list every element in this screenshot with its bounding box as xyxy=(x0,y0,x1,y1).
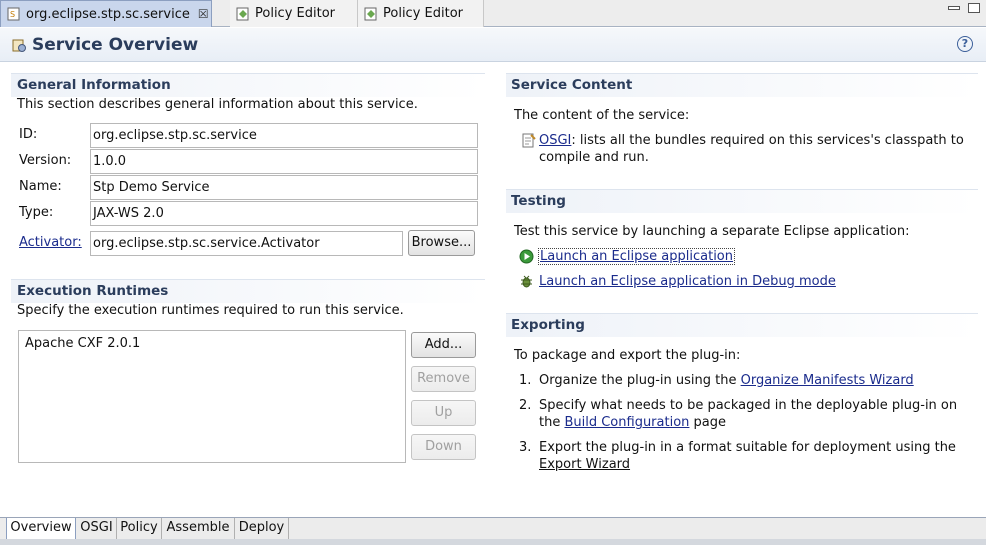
id-field[interactable]: org.eclipse.stp.sc.service xyxy=(90,123,478,148)
osgi-text: : lists all the bundles required on this… xyxy=(571,133,964,148)
runtimes-section-title: Execution Runtimes xyxy=(17,283,169,299)
manifest-icon xyxy=(522,133,536,148)
tab-service-label: org.eclipse.stp.sc.service xyxy=(26,6,190,22)
tab-policy-editor-label: Policy Editor xyxy=(255,6,335,21)
step-2-number: 2. xyxy=(519,398,532,413)
step-1: Organize the plug-in using the Organize … xyxy=(539,373,914,388)
runtimes-description: Specify the execution runtimes required … xyxy=(17,303,404,318)
content-section-title: Service Content xyxy=(511,77,633,93)
add-runtime-button[interactable]: Add... xyxy=(411,332,476,358)
window-controls xyxy=(948,3,980,13)
tab-policy-editor-2[interactable]: Policy Editor xyxy=(358,0,484,27)
step-2-prefix: the xyxy=(539,415,565,430)
osgi-text-continued: compile and run. xyxy=(539,150,649,165)
osgi-link[interactable]: OSGI xyxy=(539,133,571,148)
build-configuration-link[interactable]: Build Configuration xyxy=(564,415,689,430)
move-down-button[interactable]: Down xyxy=(411,434,476,460)
name-field[interactable]: Stp Demo Service xyxy=(90,175,478,200)
remove-runtime-button[interactable]: Remove xyxy=(411,366,476,392)
export-wizard-link[interactable]: Export Wizard xyxy=(539,457,630,472)
launch-application-link[interactable]: Launch an Eclipse application xyxy=(538,248,735,265)
step-2-continued: the Build Configuration page xyxy=(539,415,726,430)
move-up-button[interactable]: Up xyxy=(411,400,476,426)
activator-field[interactable]: org.eclipse.stp.sc.service.Activator xyxy=(90,231,403,256)
testing-section-title: Testing xyxy=(511,193,566,209)
exporting-description: To package and export the plug-in: xyxy=(514,348,741,363)
exporting-section-title: Exporting xyxy=(511,317,585,333)
version-label: Version: xyxy=(19,153,72,168)
policy-icon xyxy=(236,7,249,20)
content-description: The content of the service: xyxy=(514,108,690,123)
help-icon[interactable]: ? xyxy=(957,36,973,52)
type-label: Type: xyxy=(19,205,54,220)
tab-osgi[interactable]: OSGI xyxy=(77,518,117,539)
tab-deploy[interactable]: Deploy xyxy=(235,518,289,539)
step-3-text: Export the plug-in in a format suitable … xyxy=(539,440,956,455)
name-label: Name: xyxy=(19,179,62,194)
step-2-suffix: page xyxy=(689,415,727,430)
activator-link[interactable]: Activator: xyxy=(19,235,82,250)
browse-button[interactable]: Browse... xyxy=(408,230,475,256)
tab-policy-editor-label: Policy Editor xyxy=(383,6,463,21)
launch-debug-link[interactable]: Launch an Eclipse application in Debug m… xyxy=(539,274,836,289)
step-3-number: 3. xyxy=(519,440,532,455)
svg-text:S: S xyxy=(10,10,15,19)
tab-policy-editor-1[interactable]: Policy Editor xyxy=(230,0,358,27)
type-field[interactable]: JAX-WS 2.0 xyxy=(90,201,478,226)
id-label: ID: xyxy=(19,127,38,142)
close-icon[interactable]: ☒ xyxy=(198,7,209,21)
editor-bottom-border xyxy=(0,539,986,545)
tab-assemble[interactable]: Assemble xyxy=(162,518,235,539)
testing-description: Test this service by launching a separat… xyxy=(514,224,910,239)
version-field[interactable]: 1.0.0 xyxy=(90,149,478,174)
osgi-line: OSGI: lists all the bundles required on … xyxy=(539,133,964,148)
run-icon xyxy=(519,249,534,264)
organize-manifests-link[interactable]: Organize Manifests Wizard xyxy=(741,373,914,388)
policy-icon xyxy=(364,7,377,20)
step-1-number: 1. xyxy=(519,373,532,388)
runtimes-list[interactable]: Apache CXF 2.0.1 xyxy=(18,330,406,463)
step-2-text: Specify what needs to be packaged in the… xyxy=(539,398,958,413)
tab-service[interactable]: S org.eclipse.stp.sc.service ☒ xyxy=(0,0,212,27)
service-overview-icon xyxy=(12,39,26,52)
general-section-title: General Information xyxy=(17,77,171,93)
testing-section-header xyxy=(506,189,978,213)
debug-icon xyxy=(521,275,532,288)
editor-tab-bar: S org.eclipse.stp.sc.service ☒ Policy Ed… xyxy=(0,0,986,27)
minimize-icon[interactable] xyxy=(948,6,960,10)
page-tab-bar: Overview OSGI Policy Assemble Deploy xyxy=(0,517,986,540)
general-description: This section describes general informati… xyxy=(17,97,418,112)
maximize-icon[interactable] xyxy=(968,3,980,13)
tab-overview[interactable]: Overview xyxy=(6,518,76,540)
tab-policy[interactable]: Policy xyxy=(117,518,162,539)
service-file-icon: S xyxy=(7,7,20,21)
page-title: Service Overview xyxy=(32,35,199,55)
step-1-text: Organize the plug-in using the xyxy=(539,373,741,388)
form-header: Service Overview ? xyxy=(0,28,986,62)
list-item[interactable]: Apache CXF 2.0.1 xyxy=(25,336,140,351)
